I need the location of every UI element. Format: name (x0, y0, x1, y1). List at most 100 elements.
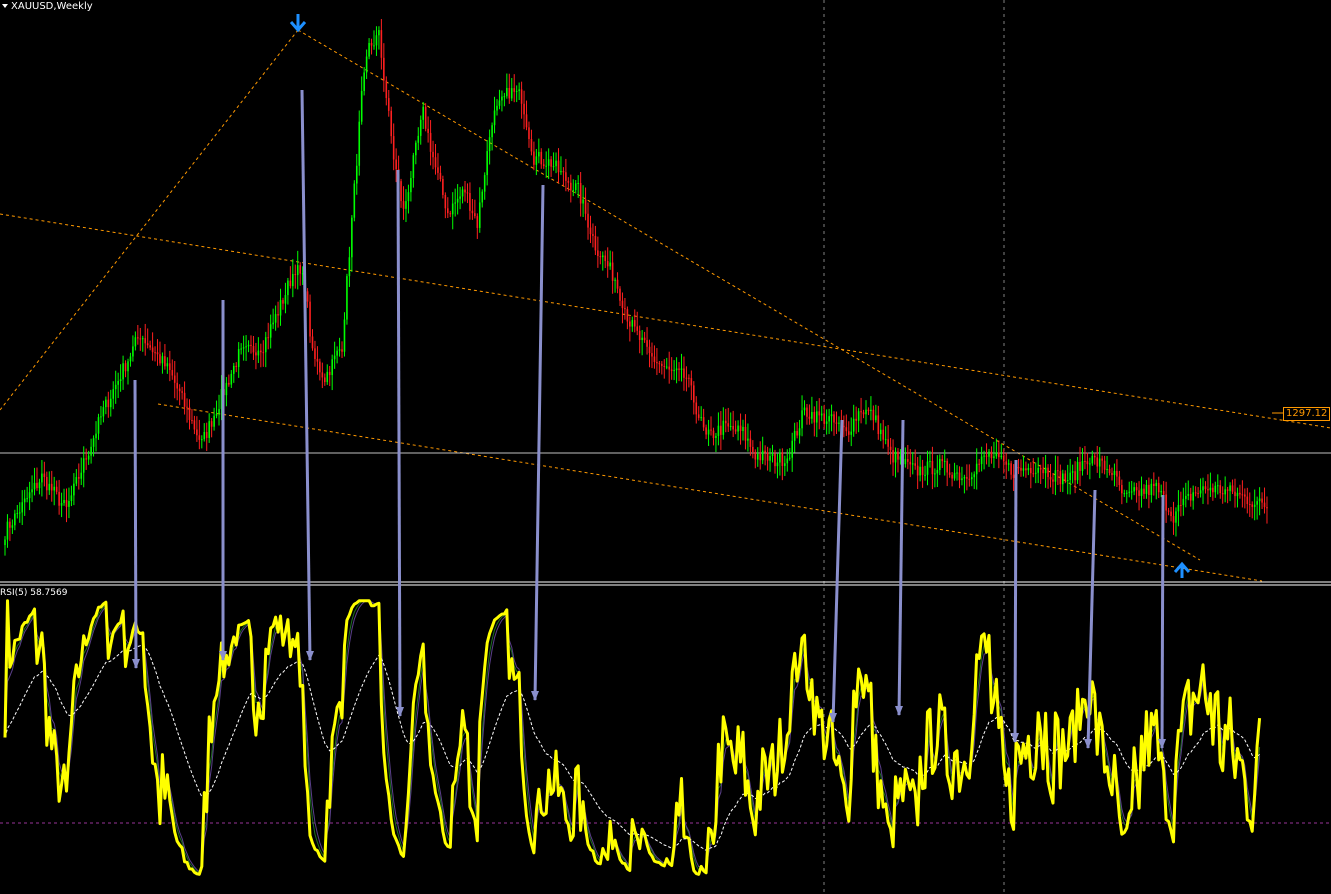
candle (11, 519, 14, 534)
candle (1103, 455, 1106, 475)
candle (1128, 481, 1131, 498)
candle (240, 343, 242, 355)
divergence-arrow[interactable] (1011, 459, 1019, 743)
candle (33, 467, 36, 496)
divergence-arrow[interactable] (895, 419, 905, 716)
divergence-arrow[interactable] (300, 89, 314, 661)
candle (978, 459, 980, 473)
candle (250, 335, 252, 354)
candle (951, 472, 953, 487)
candle (990, 446, 993, 464)
candle (156, 339, 159, 366)
candle (1143, 484, 1145, 499)
candle (1113, 463, 1116, 487)
candle (496, 99, 498, 116)
candle (18, 502, 21, 523)
candle (306, 288, 309, 308)
candle (1089, 457, 1091, 480)
candle (1096, 445, 1099, 473)
candle (776, 453, 779, 479)
candle (370, 38, 373, 55)
candle (63, 488, 65, 506)
candle (225, 377, 228, 407)
candle (1044, 454, 1047, 488)
candle (1005, 452, 1008, 479)
chart-canvas[interactable] (0, 0, 1331, 894)
candle (651, 342, 653, 369)
candle (867, 407, 870, 416)
candle (75, 469, 78, 487)
candle (90, 438, 92, 464)
candle (749, 430, 752, 456)
candle (402, 186, 405, 220)
candle (513, 74, 516, 103)
candle (358, 110, 361, 176)
candle (1219, 480, 1222, 499)
candle (208, 413, 210, 443)
candle (673, 360, 675, 381)
candle (326, 364, 329, 385)
candle (953, 462, 956, 481)
candle (351, 215, 353, 272)
candle (958, 466, 961, 489)
candle (1030, 462, 1032, 489)
candle (471, 199, 474, 220)
candle (850, 417, 853, 447)
candle (107, 391, 110, 418)
candle (400, 178, 402, 208)
candle (816, 401, 818, 438)
divergence-arrow[interactable] (531, 184, 545, 701)
candle (412, 152, 415, 188)
candle (442, 175, 444, 199)
candle (70, 485, 73, 507)
symbol-timeframe-label: XAUUSD,Weekly (2, 1, 93, 12)
candle (419, 115, 422, 145)
candle (112, 381, 115, 410)
candle (1135, 482, 1138, 503)
candle (818, 398, 821, 430)
candle (506, 73, 508, 99)
divergence-arrow[interactable] (829, 419, 844, 723)
candle (533, 141, 535, 171)
candle (1145, 480, 1148, 499)
candle (1199, 478, 1202, 498)
candle (604, 250, 607, 269)
divergence-arrow[interactable] (1158, 494, 1166, 749)
candle (1069, 458, 1071, 495)
candle (643, 331, 646, 343)
candle (793, 422, 796, 453)
candles-layer (4, 18, 1268, 556)
candle (417, 127, 420, 151)
candle (46, 471, 48, 500)
candle (838, 416, 840, 432)
candle (766, 446, 769, 471)
candle (1032, 458, 1035, 478)
candle (1052, 473, 1054, 495)
candle (1214, 481, 1217, 498)
candle (1263, 487, 1266, 514)
candle (245, 335, 247, 361)
candle (274, 305, 277, 331)
candle (491, 122, 493, 151)
candle (985, 443, 988, 465)
candle (528, 121, 530, 148)
candle (109, 389, 112, 417)
candle (1039, 464, 1042, 484)
rsi-line[interactable] (3, 599, 1262, 876)
candle (82, 446, 85, 488)
candle (196, 416, 198, 442)
divergence-arrow[interactable] (219, 300, 227, 661)
candle (1157, 476, 1160, 499)
candle (798, 419, 801, 444)
candle (570, 174, 572, 203)
candle (911, 451, 914, 475)
candle (658, 360, 661, 373)
candle (1057, 456, 1059, 486)
candle (710, 416, 712, 436)
candle (53, 476, 55, 506)
candle (973, 471, 976, 490)
candle (26, 486, 28, 503)
candle (311, 329, 314, 351)
candle (518, 82, 520, 100)
candle (732, 410, 734, 438)
